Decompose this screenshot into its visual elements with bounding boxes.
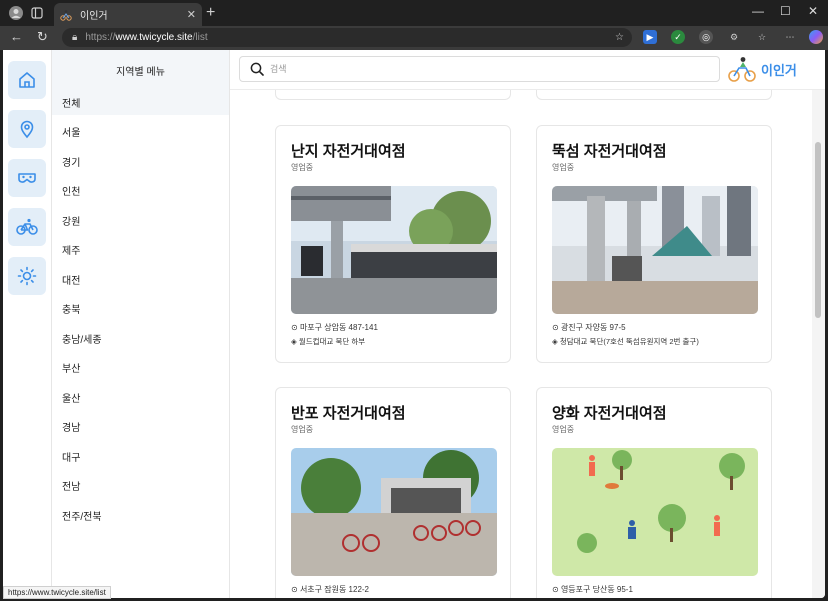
browser-toolbar: ← ↻ 🔒︎ https://www.twicycle.site/list ☆ … xyxy=(0,26,828,50)
close-window-icon[interactable]: ✕ xyxy=(808,4,818,18)
region-item-seoul[interactable]: 서울 xyxy=(52,118,229,144)
region-item-daegu[interactable]: 대구 xyxy=(52,443,229,469)
home-nav-button[interactable] xyxy=(8,61,46,99)
page-scrollbar[interactable] xyxy=(812,90,825,598)
region-item-jeju[interactable]: 제주 xyxy=(52,236,229,262)
extension-shield-icon[interactable]: ✓ xyxy=(671,30,685,44)
minimize-window-icon[interactable]: — xyxy=(752,4,764,18)
favorites-list-icon[interactable]: ☆ xyxy=(755,30,769,44)
close-tab-icon[interactable]: ✕ xyxy=(187,8,196,21)
direction-icon: ◈ xyxy=(291,337,299,346)
extension-translate-icon[interactable]: ▶ xyxy=(643,30,657,44)
shop-card[interactable]: 양화 자전거대여점 영업중 ⊙ 영등포구 당산동 95-1 xyxy=(536,387,772,598)
status-url: https://www.twicycle.site/list xyxy=(3,586,111,599)
url-scheme: https:// xyxy=(85,32,116,43)
back-icon[interactable]: ← xyxy=(10,29,23,44)
browser-tab[interactable]: 이인거 ✕ xyxy=(54,3,202,26)
shop-card[interactable]: 난지 자전거대여점 영업중 ⊙ 마포구 상암동 487-141 ◈ 월드컵대교 … xyxy=(275,125,511,363)
shop-description: ◈ 청담대교 북단(7호선 뚝섬유원지역 2번 출구) xyxy=(552,337,699,346)
shop-card-partial[interactable] xyxy=(536,90,772,100)
mask-nav-button[interactable] xyxy=(8,159,46,197)
location-pin-icon: ⊙ xyxy=(291,585,300,594)
shop-card-partial[interactable] xyxy=(275,90,511,100)
browser-tab-bar: 이인거 ✕ + — ☐ ✕ xyxy=(0,0,828,26)
region-item-busan[interactable]: 부산 xyxy=(52,354,229,380)
favorite-star-icon[interactable]: ☆ xyxy=(615,32,624,43)
region-item-chungbuk[interactable]: 충북 xyxy=(52,295,229,321)
extension-record-icon[interactable]: ◎ xyxy=(699,30,713,44)
shop-status: 영업중 xyxy=(291,163,314,172)
home-icon xyxy=(19,72,35,88)
bicycle-icon xyxy=(16,218,38,235)
shop-illustration xyxy=(552,448,758,576)
maximize-window-icon[interactable]: ☐ xyxy=(780,4,791,18)
weather-nav-button[interactable] xyxy=(8,257,46,295)
location-nav-button[interactable] xyxy=(8,110,46,148)
reload-icon[interactable]: ↻ xyxy=(37,29,48,45)
location-pin-icon xyxy=(20,120,34,139)
shop-description: ◈ 월드컵대교 북단 하부 xyxy=(291,337,366,346)
region-item-jeonju-jeonbuk[interactable]: 전주/전북 xyxy=(52,502,229,528)
top-bar: 이인거 xyxy=(230,50,825,90)
shop-address: ⊙ 광진구 자양동 97-5 xyxy=(552,323,626,332)
page-viewport: 지역별 메뉴 전체 서울 경기 인천 강원 제주 대전 충북 충남/세종 부산 … xyxy=(3,50,825,598)
shop-status: 영업중 xyxy=(291,425,314,434)
cyclist-logo-icon xyxy=(728,57,756,82)
region-item-jeonnam[interactable]: 전남 xyxy=(52,472,229,498)
brand-logo[interactable]: 이인거 xyxy=(727,54,807,84)
profile-avatar-icon[interactable] xyxy=(6,3,26,23)
location-pin-icon: ⊙ xyxy=(291,323,300,332)
search-box[interactable] xyxy=(239,56,720,82)
region-menu-title: 지역별 메뉴 xyxy=(52,50,229,90)
shop-name: 난지 자전거대여점 xyxy=(291,143,406,160)
lock-icon: 🔒︎ xyxy=(72,32,78,43)
region-item-chungnam-sejong[interactable]: 충남/세종 xyxy=(52,325,229,351)
region-item-gyeongnam[interactable]: 경남 xyxy=(52,413,229,439)
region-item-gyeonggi[interactable]: 경기 xyxy=(52,148,229,174)
shop-name: 반포 자전거대여점 xyxy=(291,405,406,422)
shop-list: 난지 자전거대여점 영업중 ⊙ 마포구 상암동 487-141 ◈ 월드컵대교 … xyxy=(230,90,812,598)
browser-tab-title: 이인거 xyxy=(80,11,108,22)
shop-card[interactable]: 반포 자전거대여점 영업중 ⊙ 서초구 잠원동 122-2 xyxy=(275,387,511,598)
location-pin-icon: ⊙ xyxy=(552,323,561,332)
icon-rail xyxy=(3,50,52,598)
direction-icon: ◈ xyxy=(552,337,560,346)
shop-photo xyxy=(291,448,497,576)
url-host: www.twicycle.site xyxy=(115,32,193,43)
shop-name: 뚝섬 자전거대여점 xyxy=(552,143,667,160)
sun-icon xyxy=(17,266,37,286)
region-item-incheon[interactable]: 인천 xyxy=(52,177,229,203)
shop-photo xyxy=(552,186,758,314)
shop-card[interactable]: 뚝섬 자전거대여점 영업중 ⊙ 광진구 자양동 97-5 ◈ 청담대교 북단(7… xyxy=(536,125,772,363)
region-menu: 지역별 메뉴 전체 서울 경기 인천 강원 제주 대전 충북 충남/세종 부산 … xyxy=(52,50,230,598)
new-tab-icon[interactable]: + xyxy=(206,4,215,22)
region-item-daejeon[interactable]: 대전 xyxy=(52,266,229,292)
shop-address: ⊙ 영등포구 당산동 95-1 xyxy=(552,585,633,594)
mask-icon xyxy=(18,173,36,183)
brand-name: 이인거 xyxy=(761,62,797,78)
shop-address: ⊙ 마포구 상암동 487-141 xyxy=(291,323,378,332)
url-path: /list xyxy=(192,32,208,43)
extensions-puzzle-icon[interactable]: ⚙ xyxy=(727,30,741,44)
shop-name: 양화 자전거대여점 xyxy=(552,405,667,422)
shop-photo xyxy=(291,186,497,314)
copilot-icon[interactable] xyxy=(809,30,823,44)
search-icon xyxy=(250,62,264,76)
shop-address: ⊙ 서초구 잠원동 122-2 xyxy=(291,585,370,594)
scrollbar-thumb[interactable] xyxy=(815,142,821,318)
site-favicon-icon xyxy=(60,9,72,21)
region-item-gangwon[interactable]: 강원 xyxy=(52,207,229,233)
address-bar[interactable]: 🔒︎ https://www.twicycle.site/list ☆ xyxy=(62,28,632,47)
shop-status: 영업중 xyxy=(552,163,575,172)
shop-status: 영업중 xyxy=(552,425,575,434)
search-input[interactable] xyxy=(270,64,670,74)
tab-actions-icon[interactable] xyxy=(27,3,47,23)
location-pin-icon: ⊙ xyxy=(552,585,561,594)
region-item-all[interactable]: 전체 xyxy=(52,89,229,115)
region-item-ulsan[interactable]: 울산 xyxy=(52,384,229,410)
more-options-icon[interactable]: ⋯ xyxy=(783,30,797,44)
bicycle-nav-button[interactable] xyxy=(8,208,46,246)
